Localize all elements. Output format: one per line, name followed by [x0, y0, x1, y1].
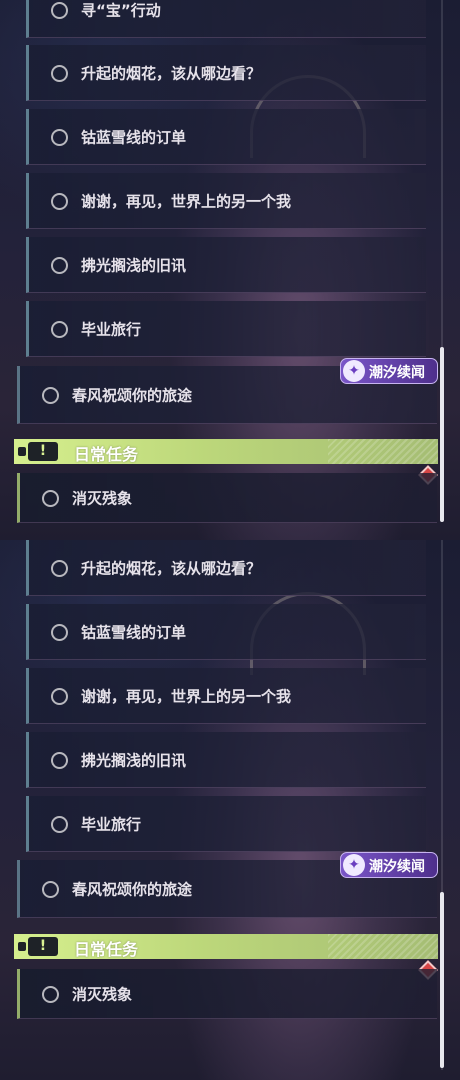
quest-item[interactable]: 升起的烟花，该从哪边看？	[26, 540, 426, 596]
badge-label: 潮汐续闻	[369, 859, 425, 875]
quest-label: 拂光搁浅的旧讯	[81, 256, 187, 274]
quest-label: 谢谢，再见，世界上的另一个我	[81, 192, 292, 210]
quest-label: 钴蓝雪线的订单	[81, 623, 187, 641]
quest-item[interactable]: 谢谢，再见，世界上的另一个我	[26, 173, 426, 229]
quest-status-circle-icon	[51, 623, 68, 641]
daily-tasks-header: ! 日常任务	[14, 439, 438, 464]
quest-status-circle-icon	[51, 192, 68, 210]
quest-label: 升起的烟花，该从哪边看？	[81, 559, 262, 577]
quest-label: 拂光搁浅的旧讯	[81, 751, 187, 769]
sparkle-icon: ✦	[343, 360, 365, 382]
quest-item[interactable]: 谢谢，再见，世界上的另一个我	[26, 668, 426, 724]
quest-status-circle-icon	[51, 1, 68, 19]
daily-tasks-header: ! 日常任务	[14, 934, 438, 959]
daily-quest-item[interactable]: 消灭残象	[17, 473, 437, 523]
quest-status-circle-icon	[42, 985, 59, 1003]
quest-item[interactable]: 拂光搁浅的旧讯	[26, 732, 426, 788]
daily-quest-label: 消灭残象	[72, 985, 133, 1003]
quest-status-circle-icon	[51, 320, 68, 338]
quest-panel-top: 寻“宝”行动 升起的烟花，该从哪边看？ 钴蓝雪线的订单 谢谢，再见，世界上的另一…	[0, 0, 460, 540]
scrollbar-thumb[interactable]	[440, 347, 444, 522]
quest-status-circle-icon	[51, 687, 68, 705]
daily-tasks-title: 日常任务	[74, 940, 139, 959]
quest-status-circle-icon	[51, 815, 68, 833]
tide-story-badge[interactable]: ✦ 潮汐续闻	[340, 358, 438, 384]
exclamation-icon: !	[18, 442, 58, 461]
quest-item[interactable]: 拂光搁浅的旧讯	[26, 237, 426, 293]
quest-label: 毕业旅行	[81, 320, 142, 338]
sparkle-icon: ✦	[343, 854, 365, 876]
quest-item[interactable]: 寻“宝”行动	[26, 0, 426, 38]
main-quest-label: 春风祝颂你的旅途	[72, 386, 193, 404]
daily-quest-label: 消灭残象	[72, 489, 133, 507]
quest-status-circle-icon	[42, 880, 59, 898]
scrollbar-thumb[interactable]	[440, 892, 444, 1068]
quest-status-circle-icon	[51, 751, 68, 769]
quest-item[interactable]: 钴蓝雪线的订单	[26, 109, 426, 165]
quest-item[interactable]: 毕业旅行	[26, 796, 426, 852]
daily-quest-item[interactable]: 消灭残象	[17, 969, 437, 1019]
exclamation-icon: !	[18, 937, 58, 956]
quest-item[interactable]: 升起的烟花，该从哪边看？	[26, 45, 426, 101]
quest-status-circle-icon	[51, 64, 68, 82]
quest-item[interactable]: 毕业旅行	[26, 301, 426, 357]
quest-status-circle-icon	[51, 128, 68, 146]
quest-label: 寻“宝”行动	[81, 1, 161, 19]
quest-status-circle-icon	[42, 386, 59, 404]
tide-story-badge[interactable]: ✦ 潮汐续闻	[340, 852, 438, 878]
daily-tasks-title: 日常任务	[74, 445, 139, 464]
header-stripes-decoration	[328, 439, 438, 464]
quest-item[interactable]: 钴蓝雪线的订单	[26, 604, 426, 660]
main-quest-label: 春风祝颂你的旅途	[72, 880, 193, 898]
quest-status-circle-icon	[51, 559, 68, 577]
quest-status-circle-icon	[42, 489, 59, 507]
quest-label: 毕业旅行	[81, 815, 142, 833]
header-stripes-decoration	[328, 934, 438, 959]
quest-status-circle-icon	[51, 256, 68, 274]
quest-panel-bottom: 升起的烟花，该从哪边看？ 钴蓝雪线的订单 谢谢，再见，世界上的另一个我 拂光搁浅…	[0, 540, 460, 1080]
badge-label: 潮汐续闻	[369, 365, 425, 381]
quest-label: 钴蓝雪线的订单	[81, 128, 187, 146]
quest-label: 升起的烟花，该从哪边看？	[81, 64, 262, 82]
quest-label: 谢谢，再见，世界上的另一个我	[81, 687, 292, 705]
